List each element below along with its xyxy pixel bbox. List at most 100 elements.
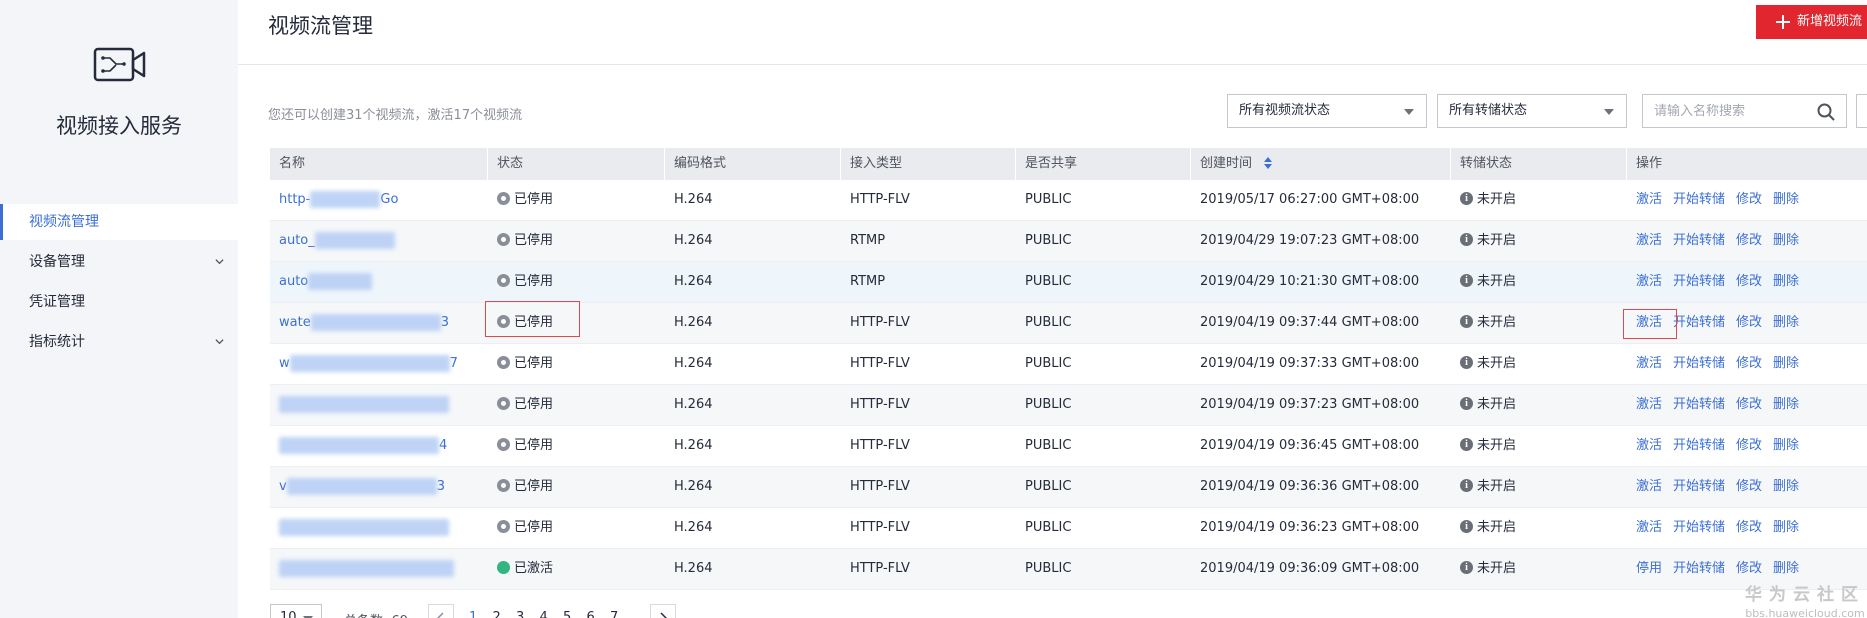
cell-name[interactable]: auto bbox=[270, 262, 373, 303]
stream-name-suffix[interactable]: 3 bbox=[441, 315, 449, 330]
delete-link[interactable]: 删除 bbox=[1773, 233, 1799, 248]
column-header-created-time[interactable]: 创建时间 bbox=[1191, 148, 1273, 180]
start-storage-link[interactable]: 开始转储 bbox=[1673, 438, 1725, 453]
edit-link[interactable]: 修改 bbox=[1736, 561, 1762, 576]
toggle-activate-link[interactable]: 激活 bbox=[1636, 397, 1662, 412]
sort-icon[interactable] bbox=[1264, 156, 1273, 169]
cell-shared: PUBLIC bbox=[1016, 549, 1071, 590]
watermark-title: 华为云社区 bbox=[1745, 585, 1865, 605]
stream-name-prefix[interactable]: v bbox=[279, 479, 287, 494]
edit-link[interactable]: 修改 bbox=[1736, 192, 1762, 207]
cell-storage-status: i 未开启 bbox=[1451, 180, 1516, 221]
toggle-activate-link[interactable]: 停用 bbox=[1636, 561, 1662, 576]
start-storage-link[interactable]: 开始转储 bbox=[1673, 520, 1725, 535]
delete-link[interactable]: 删除 bbox=[1773, 397, 1799, 412]
delete-link[interactable]: 删除 bbox=[1773, 520, 1799, 535]
page-number-link[interactable]: 2 bbox=[493, 610, 501, 618]
edit-link[interactable]: 修改 bbox=[1736, 438, 1762, 453]
page-number-link[interactable]: 5 bbox=[563, 610, 571, 618]
page-number-link[interactable]: 4 bbox=[540, 610, 548, 618]
page-size-select[interactable]: 10 bbox=[270, 604, 322, 618]
sidebar-item-video-streams[interactable]: 视频流管理 bbox=[0, 204, 238, 240]
start-storage-link[interactable]: 开始转储 bbox=[1673, 479, 1725, 494]
storage-status-text: 未开启 bbox=[1477, 397, 1517, 412]
delete-link[interactable]: 删除 bbox=[1773, 438, 1799, 453]
edit-link[interactable]: 修改 bbox=[1736, 315, 1762, 330]
cell-name[interactable]: v3 bbox=[270, 467, 445, 508]
start-storage-link[interactable]: 开始转储 bbox=[1673, 397, 1725, 412]
access-type-text: HTTP-FLV bbox=[850, 397, 910, 412]
cell-name[interactable]: 4 bbox=[270, 426, 447, 467]
stream-status-filter[interactable]: 所有视频流状态 bbox=[1227, 94, 1427, 128]
prev-page-button[interactable] bbox=[428, 604, 454, 618]
search-input[interactable] bbox=[1643, 95, 1803, 127]
shared-text: PUBLIC bbox=[1025, 356, 1072, 371]
codec-text: H.264 bbox=[674, 315, 713, 330]
sidebar-item-metrics[interactable]: 指标统计 bbox=[0, 324, 238, 360]
toggle-activate-link[interactable]: 激活 bbox=[1636, 356, 1662, 371]
cell-name[interactable]: auto_ bbox=[270, 221, 395, 262]
delete-link[interactable]: 删除 bbox=[1773, 315, 1799, 330]
stream-name-prefix[interactable]: wate bbox=[279, 315, 311, 330]
edit-link[interactable]: 修改 bbox=[1736, 397, 1762, 412]
start-storage-link[interactable]: 开始转储 bbox=[1673, 356, 1725, 371]
table-header: 名称 状态 编码格式 接入类型 是否共享 创建时间 转储状态 操作 bbox=[270, 148, 1867, 180]
cell-access-type: HTTP-FLV bbox=[841, 508, 910, 549]
page-number-link[interactable]: 3 bbox=[516, 610, 524, 618]
stream-name-suffix[interactable]: 3 bbox=[437, 479, 445, 494]
edit-link[interactable]: 修改 bbox=[1736, 356, 1762, 371]
start-storage-link[interactable]: 开始转储 bbox=[1673, 315, 1725, 330]
search-icon[interactable] bbox=[1816, 102, 1836, 122]
stream-name-suffix[interactable]: 4 bbox=[439, 438, 447, 453]
cell-name[interactable] bbox=[270, 508, 449, 549]
cell-name[interactable] bbox=[270, 549, 454, 590]
delete-link[interactable]: 删除 bbox=[1773, 479, 1799, 494]
cell-shared: PUBLIC bbox=[1016, 262, 1071, 303]
sidebar-item-device-management[interactable]: 设备管理 bbox=[0, 244, 238, 280]
cell-name[interactable] bbox=[270, 385, 449, 426]
start-storage-link[interactable]: 开始转储 bbox=[1673, 274, 1725, 289]
toggle-activate-link[interactable]: 激活 bbox=[1636, 438, 1662, 453]
page-number-link[interactable]: 1 bbox=[469, 610, 477, 618]
next-page-button[interactable] bbox=[650, 604, 676, 618]
shared-text: PUBLIC bbox=[1025, 561, 1072, 576]
page-number-link[interactable]: 7 bbox=[610, 610, 618, 618]
sidebar-item-credentials[interactable]: 凭证管理 bbox=[0, 284, 238, 320]
refresh-button[interactable] bbox=[1856, 94, 1867, 128]
start-storage-link[interactable]: 开始转储 bbox=[1673, 561, 1725, 576]
stream-name-prefix[interactable]: auto_ bbox=[279, 233, 315, 248]
stream-name-prefix[interactable]: auto bbox=[279, 274, 308, 289]
edit-link[interactable]: 修改 bbox=[1736, 274, 1762, 289]
cell-name[interactable]: w7 bbox=[270, 344, 458, 385]
codec-text: H.264 bbox=[674, 274, 713, 289]
delete-link[interactable]: 删除 bbox=[1773, 192, 1799, 207]
start-storage-link[interactable]: 开始转储 bbox=[1673, 192, 1725, 207]
stream-name-prefix[interactable]: w bbox=[279, 356, 290, 371]
toggle-activate-link[interactable]: 激活 bbox=[1636, 315, 1662, 330]
edit-link[interactable]: 修改 bbox=[1736, 479, 1762, 494]
storage-status-filter[interactable]: 所有转储状态 bbox=[1437, 94, 1627, 128]
delete-link[interactable]: 删除 bbox=[1773, 274, 1799, 289]
cell-created-time: 2019/04/19 09:36:23 GMT+08:00 bbox=[1191, 508, 1419, 549]
page-number-link[interactable]: 6 bbox=[587, 610, 595, 618]
toggle-activate-link[interactable]: 激活 bbox=[1636, 274, 1662, 289]
delete-link[interactable]: 删除 bbox=[1773, 561, 1799, 576]
toggle-activate-link[interactable]: 激活 bbox=[1636, 520, 1662, 535]
toggle-activate-link[interactable]: 激活 bbox=[1636, 479, 1662, 494]
cell-name[interactable]: http- Go bbox=[270, 180, 398, 221]
access-type-text: HTTP-FLV bbox=[850, 356, 910, 371]
create-stream-button[interactable]: 新增视频流 bbox=[1756, 5, 1867, 39]
stream-name-prefix[interactable]: http- bbox=[279, 192, 310, 207]
toggle-activate-link[interactable]: 激活 bbox=[1636, 192, 1662, 207]
delete-link[interactable]: 删除 bbox=[1773, 356, 1799, 371]
watermark-url: bbs.huaweicloud.com bbox=[1745, 607, 1865, 618]
stream-name-suffix[interactable]: Go bbox=[380, 192, 398, 207]
toggle-activate-link[interactable]: 激活 bbox=[1636, 233, 1662, 248]
cell-actions: 激活 开始转储 修改 删除 bbox=[1627, 180, 1810, 221]
cell-name[interactable]: wate 3 bbox=[270, 303, 449, 344]
edit-link[interactable]: 修改 bbox=[1736, 233, 1762, 248]
edit-link[interactable]: 修改 bbox=[1736, 520, 1762, 535]
start-storage-link[interactable]: 开始转储 bbox=[1673, 233, 1725, 248]
stream-name-suffix[interactable]: 7 bbox=[450, 356, 458, 371]
status-stopped-icon bbox=[497, 356, 510, 369]
